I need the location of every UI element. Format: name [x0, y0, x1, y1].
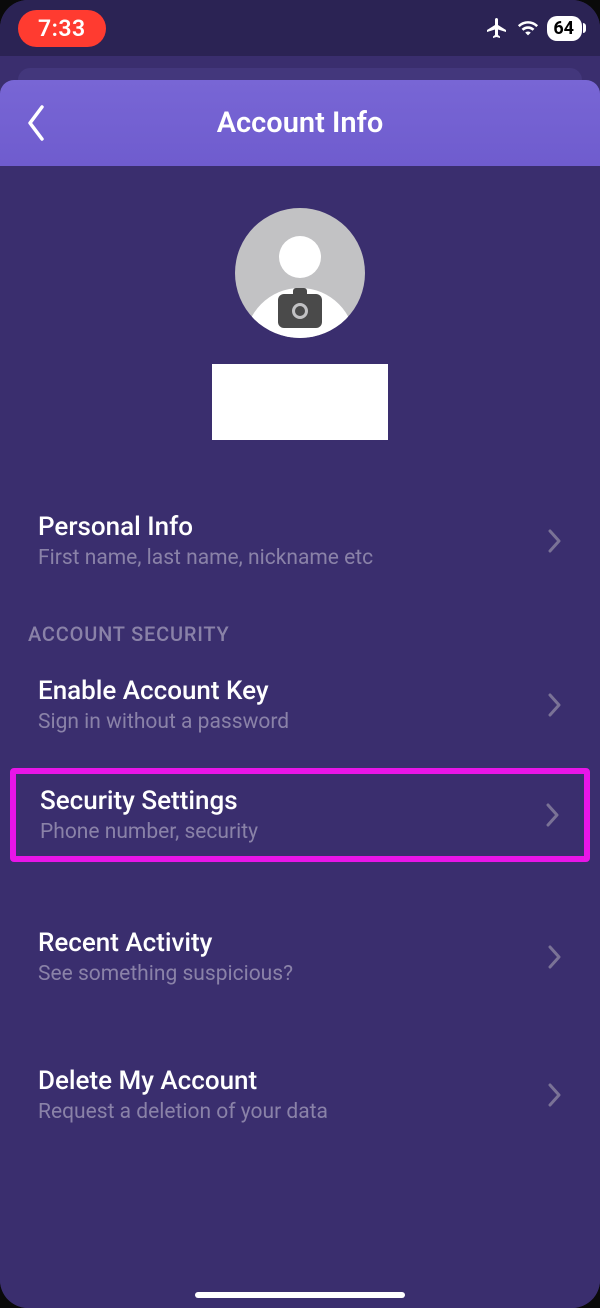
status-time: 7:33 [18, 10, 106, 47]
camera-icon [278, 294, 322, 328]
enable-account-key-row[interactable]: Enable Account Key Sign in without a pas… [0, 662, 600, 748]
recent-activity-row[interactable]: Recent Activity See something suspicious… [0, 914, 600, 1000]
content-area: Personal Info First name, last name, nic… [0, 166, 600, 1308]
delete-account-title: Delete My Account [38, 1066, 538, 1096]
recent-activity-title: Recent Activity [38, 928, 538, 958]
chevron-right-icon [548, 1083, 562, 1107]
personal-info-title: Personal Info [38, 512, 538, 542]
delete-account-subtitle: Request a deletion of your data [38, 1100, 538, 1124]
personal-info-row[interactable]: Personal Info First name, last name, nic… [0, 498, 600, 584]
screen: 7:33 64 Account Info [0, 0, 600, 1308]
enable-account-key-subtitle: Sign in without a password [38, 710, 538, 734]
home-indicator[interactable] [195, 1292, 405, 1298]
back-button[interactable] [14, 101, 58, 145]
airplane-mode-icon [485, 16, 509, 40]
enable-account-key-title: Enable Account Key [38, 676, 538, 706]
chevron-right-icon [548, 945, 562, 969]
sheet-stack-background [18, 68, 582, 80]
security-settings-subtitle: Phone number, security [40, 820, 536, 844]
security-settings-title: Security Settings [40, 786, 536, 816]
chevron-right-icon [548, 529, 562, 553]
battery-indicator: 64 [547, 16, 582, 41]
wifi-icon [517, 17, 539, 39]
account-security-section-label: ACCOUNT SECURITY [0, 604, 600, 662]
navigation-header: Account Info [0, 80, 600, 166]
status-bar: 7:33 64 [0, 0, 600, 56]
security-settings-row[interactable]: Security Settings Phone number, security [10, 768, 590, 862]
page-title: Account Info [217, 106, 384, 140]
status-icons: 64 [485, 16, 582, 41]
avatar[interactable] [235, 208, 365, 338]
chevron-right-icon [546, 803, 560, 827]
avatar-container [0, 208, 600, 338]
avatar-placeholder-head [279, 236, 321, 278]
chevron-left-icon [24, 103, 48, 143]
delete-account-row[interactable]: Delete My Account Request a deletion of … [0, 1052, 600, 1138]
account-name-redacted [212, 364, 388, 440]
chevron-right-icon [548, 693, 562, 717]
recent-activity-subtitle: See something suspicious? [38, 962, 538, 986]
personal-info-subtitle: First name, last name, nickname etc [38, 546, 538, 570]
